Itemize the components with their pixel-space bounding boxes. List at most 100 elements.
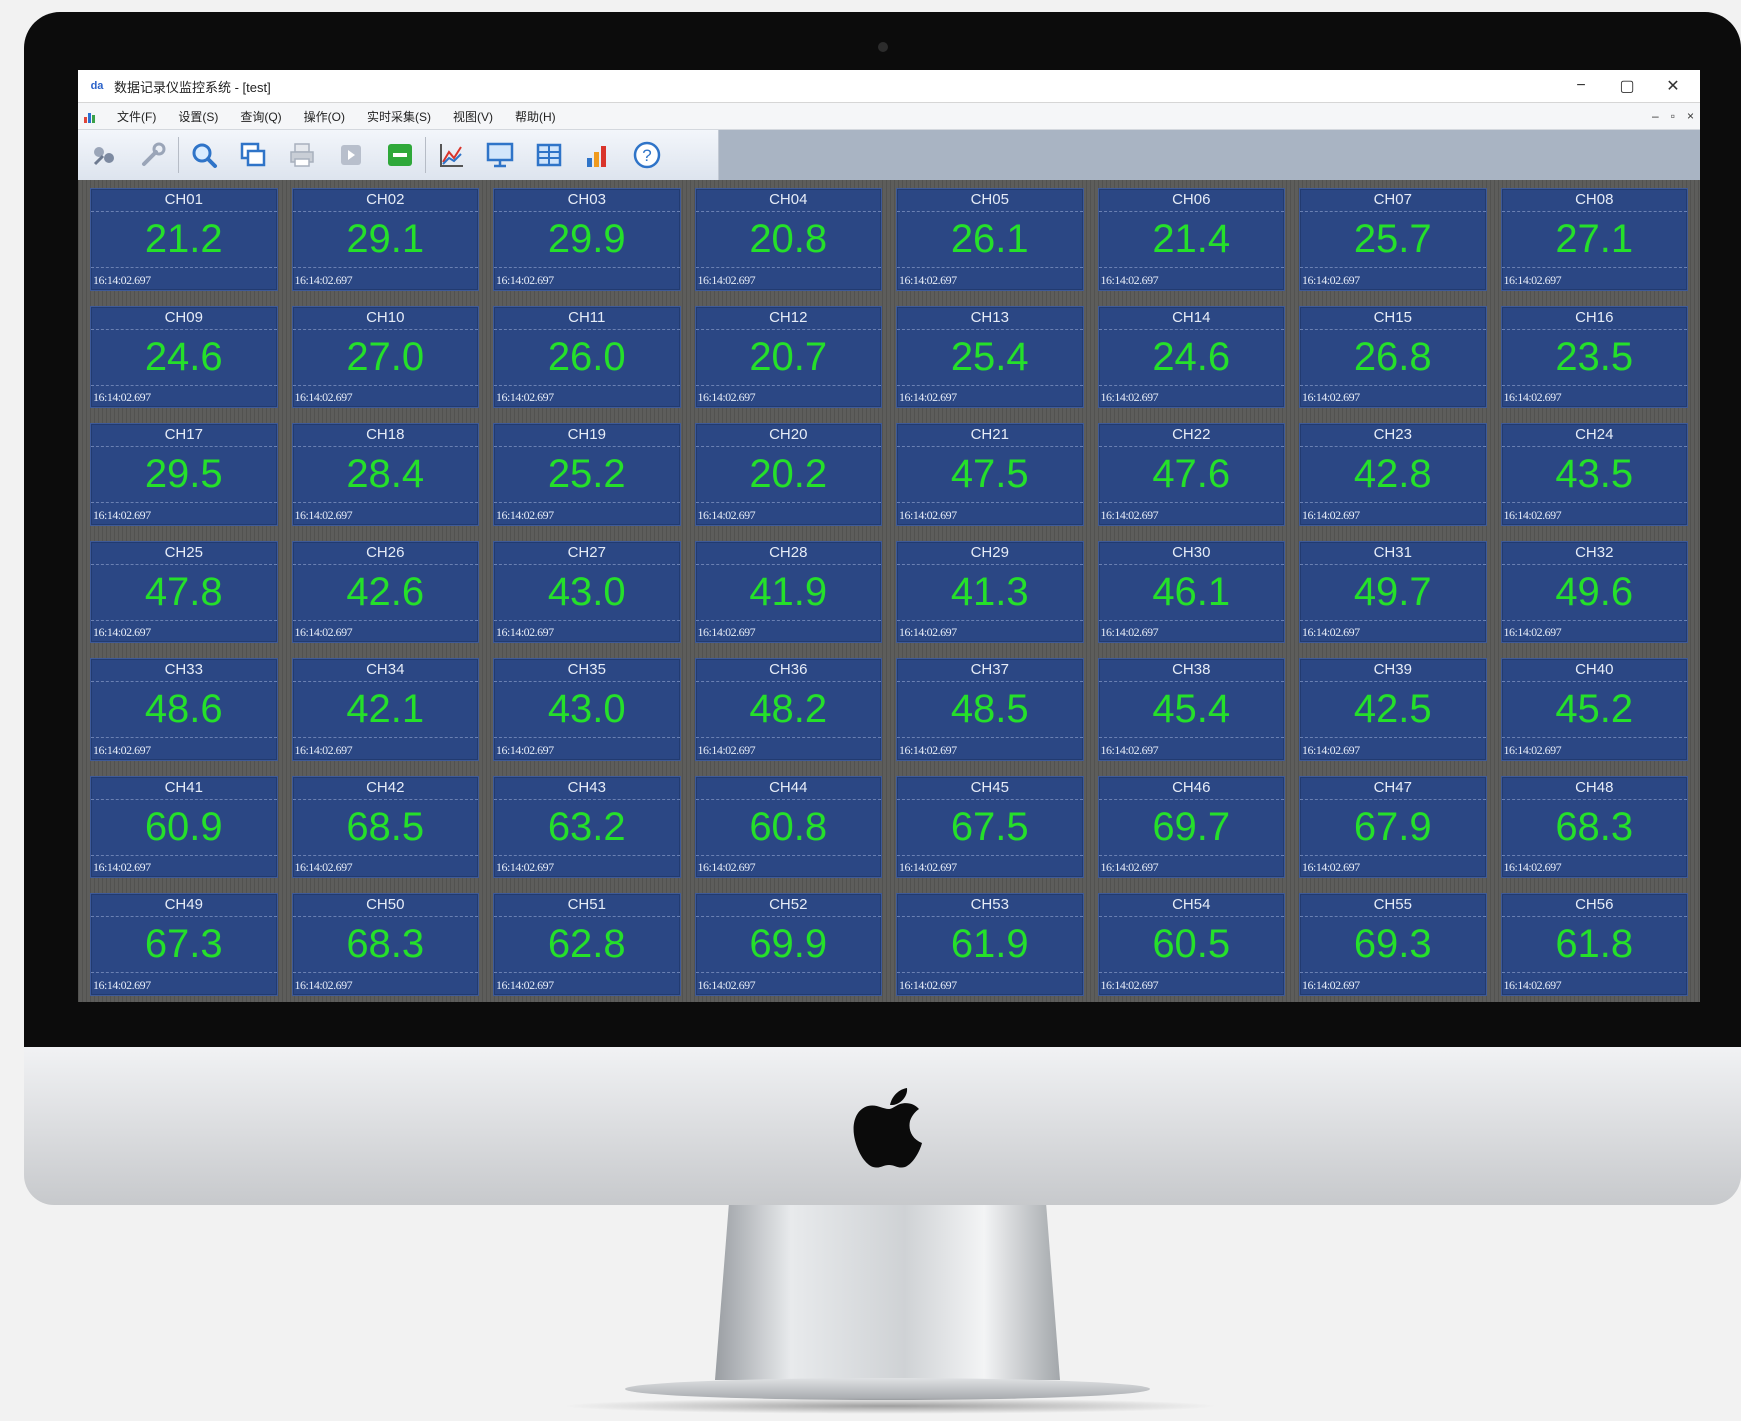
channel-tile[interactable]: CH20 20.2 16:14:02.697: [694, 423, 882, 526]
table-icon[interactable]: [533, 139, 565, 171]
channel-tile[interactable]: CH22 47.6 16:14:02.697: [1097, 423, 1285, 526]
connect-icon[interactable]: [88, 139, 120, 171]
divider: [1300, 798, 1486, 800]
channel-tile[interactable]: CH39 42.5 16:14:02.697: [1299, 658, 1487, 761]
channel-tile[interactable]: CH43 63.2 16:14:02.697: [493, 775, 681, 879]
channel-value: 69.9: [749, 922, 828, 967]
channel-tile[interactable]: CH48 68.3 16:14:02.697: [1500, 775, 1688, 879]
channel-timestamp: 16:14:02.697: [93, 860, 151, 875]
channel-tile[interactable]: CH29 41.3 16:14:02.697: [896, 540, 1084, 644]
menu-item[interactable]: 操作(O): [293, 108, 356, 125]
menu-item[interactable]: 文件(F): [106, 108, 167, 125]
channel-tile[interactable]: CH14 24.6 16:14:02.697: [1097, 305, 1285, 409]
channel-tile[interactable]: CH06 21.4 16:14:02.697: [1097, 188, 1285, 291]
menu-item[interactable]: 帮助(H): [504, 108, 567, 125]
help-icon[interactable]: ?: [631, 139, 663, 171]
channel-tile[interactable]: CH32 49.6 16:14:02.697: [1500, 540, 1688, 644]
svg-text:?: ?: [642, 146, 651, 165]
channel-tile[interactable]: CH16 23.5 16:14:02.697: [1500, 305, 1688, 409]
bar-chart-icon[interactable]: [582, 139, 614, 171]
channel-tile[interactable]: CH42 68.5 16:14:02.697: [291, 775, 479, 879]
channel-tile[interactable]: CH15 26.8 16:14:02.697: [1299, 305, 1487, 409]
channel-tile[interactable]: CH24 43.5 16:14:02.697: [1500, 423, 1688, 526]
divider: [494, 211, 680, 212]
play-icon[interactable]: [335, 139, 367, 171]
channel-value: 48.5: [950, 687, 1029, 732]
menu-item[interactable]: 实时采集(S): [356, 108, 442, 125]
divider: [695, 502, 881, 504]
channel-tile[interactable]: CH18 28.4 16:14:02.697: [291, 423, 479, 526]
channel-tile[interactable]: CH04 20.8 16:14:02.697: [694, 188, 882, 291]
channel-tile[interactable]: CH23 42.8 16:14:02.697: [1299, 423, 1487, 526]
channel-tile[interactable]: CH33 48.6 16:14:02.697: [90, 658, 278, 761]
channel-tile[interactable]: CH02 29.1 16:14:02.697: [291, 188, 479, 291]
channel-tile[interactable]: CH31 49.7 16:14:02.697: [1299, 540, 1487, 644]
channel-tile[interactable]: CH01 21.2 16:14:02.697: [90, 188, 278, 291]
channel-tile[interactable]: CH45 67.5 16:14:02.697: [896, 775, 1084, 879]
channel-tile[interactable]: CH35 43.0 16:14:02.697: [493, 658, 681, 761]
monitor-icon[interactable]: [484, 139, 516, 171]
channel-tile[interactable]: CH26 42.6 16:14:02.697: [291, 540, 479, 644]
channel-tile[interactable]: CH36 48.2 16:14:02.697: [694, 658, 882, 761]
channel-timestamp: 16:14:02.697: [697, 507, 756, 522]
channel-value: 67.3: [144, 922, 223, 967]
channel-value: 68.3: [1555, 804, 1634, 849]
channel-tile[interactable]: CH10 27.0 16:14:02.697: [291, 305, 479, 409]
menu-item[interactable]: 视图(V): [442, 108, 504, 125]
channel-tile[interactable]: CH25 47.8 16:14:02.697: [90, 540, 278, 644]
mdi-chart-icon[interactable]: [84, 109, 100, 123]
copy-windows-icon[interactable]: [237, 139, 269, 171]
channel-tile[interactable]: CH49 67.3 16:14:02.697: [90, 893, 278, 996]
channel-value: 25.7: [1353, 217, 1432, 261]
stop-icon[interactable]: [384, 139, 416, 171]
divider: [1300, 328, 1486, 330]
channel-tile[interactable]: CH03 29.9 16:14:02.697: [493, 188, 681, 291]
channel-name: CH56: [1575, 896, 1614, 914]
channel-tile[interactable]: CH53 61.9 16:14:02.697: [896, 893, 1084, 996]
maximize-button[interactable]: ▢: [1604, 70, 1650, 102]
channel-timestamp: 16:14:02.697: [93, 742, 151, 757]
channel-tile[interactable]: CH28 41.9 16:14:02.697: [694, 540, 882, 644]
channel-tile[interactable]: CH27 43.0 16:14:02.697: [493, 540, 681, 644]
channel-tile[interactable]: CH07 25.7 16:14:02.697: [1299, 188, 1487, 291]
channel-tile[interactable]: CH21 47.5 16:14:02.697: [896, 423, 1084, 526]
channel-tile[interactable]: CH38 45.4 16:14:02.697: [1097, 658, 1285, 761]
mdi-restore-button[interactable]: ▫: [1671, 109, 1675, 123]
menu-item[interactable]: 设置(S): [167, 108, 229, 125]
magnifier-icon[interactable]: [188, 139, 220, 171]
divider: [695, 681, 881, 683]
channel-tile[interactable]: CH09 24.6 16:14:02.697: [90, 305, 278, 409]
tools-icon[interactable]: [137, 139, 169, 171]
channel-tile[interactable]: CH05 26.1 16:14:02.697: [896, 188, 1084, 291]
channel-tile[interactable]: CH12 20.7 16:14:02.697: [694, 305, 882, 409]
mdi-minimize-button[interactable]: –: [1652, 109, 1659, 123]
channel-tile[interactable]: CH08 27.1 16:14:02.697: [1500, 188, 1688, 291]
channel-tile[interactable]: CH55 69.3 16:14:02.697: [1299, 893, 1487, 996]
channel-tile[interactable]: CH56 61.8 16:14:02.697: [1500, 893, 1688, 996]
line-chart-icon[interactable]: [435, 139, 467, 171]
channel-tile[interactable]: CH51 62.8 16:14:02.697: [493, 893, 681, 996]
channel-tile[interactable]: CH11 26.0 16:14:02.697: [493, 305, 681, 409]
mdi-close-button[interactable]: ×: [1687, 109, 1694, 123]
minimize-button[interactable]: −: [1558, 70, 1604, 102]
channel-tile[interactable]: CH13 25.4 16:14:02.697: [896, 305, 1084, 409]
channel-tile[interactable]: CH37 48.5 16:14:02.697: [896, 658, 1084, 761]
channel-tile[interactable]: CH54 60.5 16:14:02.697: [1097, 893, 1285, 996]
channel-tile[interactable]: CH17 29.5 16:14:02.697: [90, 423, 278, 526]
channel-name: CH07: [1373, 191, 1412, 208]
channel-tile[interactable]: CH46 69.7 16:14:02.697: [1097, 775, 1285, 879]
channel-tile[interactable]: CH41 60.9 16:14:02.697: [90, 775, 278, 879]
close-button[interactable]: ✕: [1650, 70, 1696, 102]
channel-tile[interactable]: CH40 45.2 16:14:02.697: [1500, 658, 1688, 761]
channel-tile[interactable]: CH52 69.9 16:14:02.697: [694, 893, 882, 996]
menu-item[interactable]: 查询(Q): [229, 108, 292, 125]
channel-tile[interactable]: CH30 46.1 16:14:02.697: [1097, 540, 1285, 644]
channel-timestamp: 16:14:02.697: [1503, 742, 1562, 757]
channel-tile[interactable]: CH47 67.9 16:14:02.697: [1299, 775, 1487, 879]
channel-tile[interactable]: CH44 60.8 16:14:02.697: [694, 775, 882, 879]
channel-tile[interactable]: CH50 68.3 16:14:02.697: [291, 893, 479, 996]
channel-value: 62.8: [547, 922, 626, 967]
channel-tile[interactable]: CH19 25.2 16:14:02.697: [493, 423, 681, 526]
printer-icon[interactable]: [286, 139, 318, 171]
channel-tile[interactable]: CH34 42.1 16:14:02.697: [291, 658, 479, 761]
